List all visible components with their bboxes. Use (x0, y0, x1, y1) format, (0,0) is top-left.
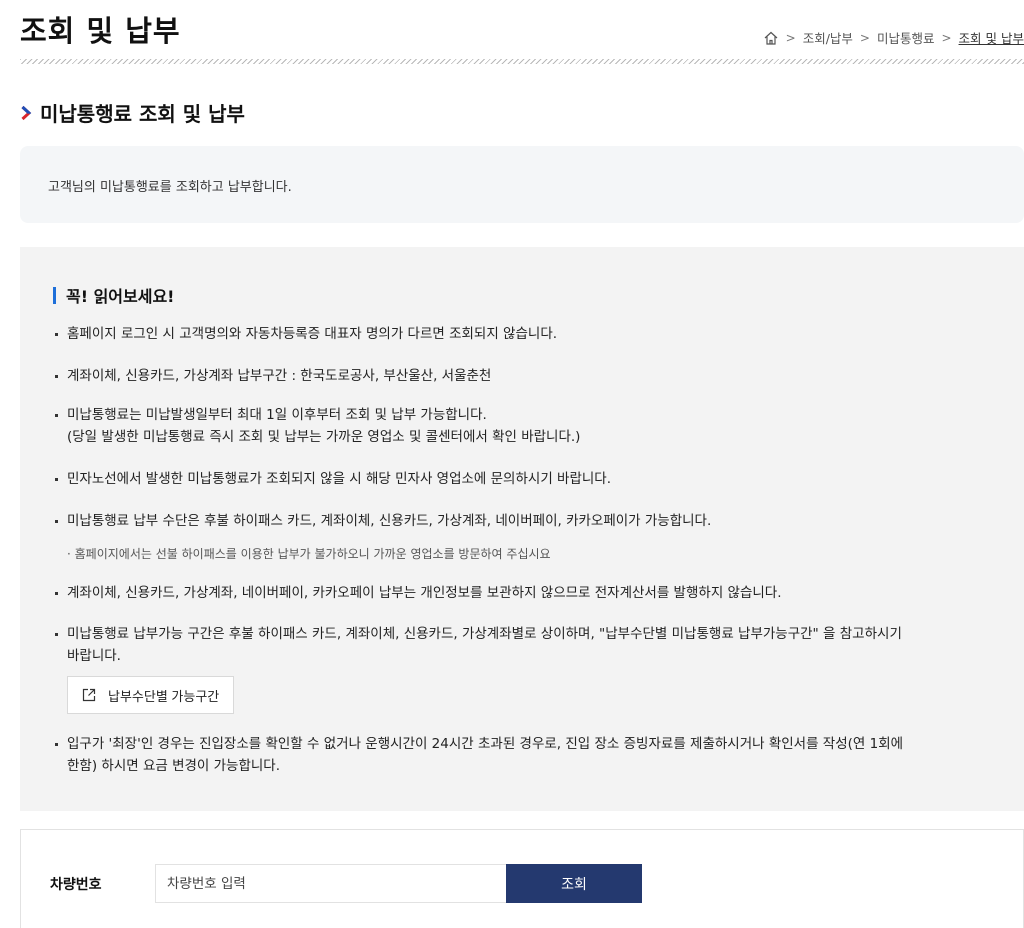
vehicle-number-input[interactable] (155, 864, 507, 903)
payment-zone-link-label: 납부수단별 가능구간 (108, 688, 220, 704)
notice-item-line: (당일 발생한 미납통행료 즉시 조회 및 납부는 가까운 영업소 및 콜센터에… (67, 429, 581, 445)
notice-item-line: 미납통행료 납부가능 구간은 후불 하이패스 카드, 계좌이체, 신용카드, 가… (67, 626, 902, 642)
notice-item: 계좌이체, 신용카드, 가상계좌, 네이버페이, 카카오페이 납부는 개인정보를… (55, 582, 987, 604)
notice-title: 꼭! 읽어보세요! (53, 283, 174, 307)
payment-zone-link-button[interactable]: 납부수단별 가능구간 (67, 676, 235, 714)
notice-item-line: 입구가 '최장'인 경우는 진입장소를 확인할 수 없거나 운행시간이 24시간… (67, 736, 904, 752)
breadcrumb-current[interactable]: 조회 및 납부 (959, 28, 1024, 47)
breadcrumb-item-2[interactable]: 미납통행료 (877, 28, 935, 47)
page-title: 조회 및 납부 (20, 14, 181, 48)
vehicle-number-label: 차량번호 (50, 877, 102, 893)
notice-accent-bar (53, 286, 56, 304)
notice-item: 계좌이체, 신용카드, 가상계좌 납부구간 : 한국도로공사, 부산울산, 서울… (55, 365, 987, 387)
notice-item: 미납통행료는 미납발생일부터 최대 1일 이후부터 조회 및 납부 가능합니다.… (55, 404, 987, 448)
breadcrumb-separator: > (785, 30, 796, 45)
title-divider (20, 59, 1024, 64)
notice-sub-item: · 홈페이지에서는 선불 하이패스를 이용한 납부가 불가하오니 가까운 영업소… (67, 547, 551, 561)
notice-item: 홈페이지 로그인 시 고객명의와 자동차등록증 대표자 명의가 다르면 조회되지… (55, 323, 987, 345)
notice-item-line: 미납통행료는 미납발생일부터 최대 1일 이후부터 조회 및 납부 가능합니다. (67, 407, 487, 423)
section-heading: 미납통행료 조회 및 납부 (20, 98, 245, 127)
notice-box: 꼭! 읽어보세요! 홈페이지 로그인 시 고객명의와 자동차등록증 대표자 명의… (20, 247, 1024, 811)
notice-item: 민자노선에서 발생한 미납통행료가 조회되지 않을 시 해당 민자사 영업소에 … (55, 468, 987, 490)
notice-item-line: 바랍니다. (67, 648, 121, 664)
notice-item: 미납통행료 납부가능 구간은 후불 하이패스 카드, 계좌이체, 신용카드, 가… (55, 623, 987, 667)
notice-item-line: 한함) 하시면 요금 변경이 가능합니다. (67, 758, 281, 774)
search-button[interactable]: 조회 (506, 864, 642, 903)
vehicle-search-form: 차량번호 조회 (20, 829, 1024, 928)
breadcrumb: > 조회/납부 > 미납통행료 > 조회 및 납부 (763, 28, 1024, 47)
external-link-icon (82, 688, 96, 702)
intro-text: 고객님의 미납통행료를 조회하고 납부합니다. (48, 180, 292, 195)
home-icon[interactable] (763, 30, 779, 46)
breadcrumb-item-1[interactable]: 조회/납부 (803, 28, 853, 47)
chevron-right-icon (21, 105, 32, 120)
section-title: 미납통행료 조회 및 납부 (40, 102, 245, 126)
notice-title-text: 꼭! 읽어보세요! (66, 287, 175, 306)
notice-item: 미납통행료 납부 수단은 후불 하이패스 카드, 계좌이체, 신용카드, 가상계… (55, 510, 987, 532)
intro-box: 고객님의 미납통행료를 조회하고 납부합니다. (20, 146, 1024, 223)
notice-item: 입구가 '최장'인 경우는 진입장소를 확인할 수 없거나 운행시간이 24시간… (55, 733, 987, 777)
breadcrumb-separator: > (859, 30, 870, 45)
breadcrumb-separator: > (941, 30, 952, 45)
